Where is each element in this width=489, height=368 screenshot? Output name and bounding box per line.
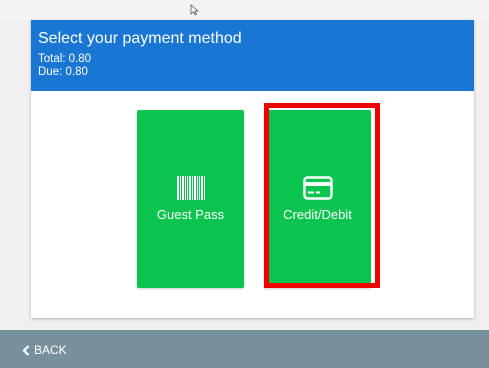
credit-card-icon — [264, 174, 371, 202]
credit-debit-button[interactable]: Credit/Debit — [264, 110, 371, 288]
credit-debit-label: Credit/Debit — [283, 207, 352, 222]
back-button[interactable]: BACK — [22, 342, 67, 358]
payment-header: Select your payment method Total: 0.80 D… — [31, 20, 474, 91]
due-amount: Due: 0.80 — [38, 66, 88, 78]
top-strip — [0, 0, 489, 20]
total-amount: Total: 0.80 — [38, 53, 92, 65]
payment-method-panel: Select your payment method Total: 0.80 D… — [31, 20, 474, 318]
mouse-cursor-icon — [190, 4, 200, 16]
footer-bar: BACK — [0, 330, 489, 368]
back-label: BACK — [34, 343, 67, 357]
page-title: Select your payment method — [38, 30, 242, 47]
guest-pass-label: Guest Pass — [156, 207, 225, 222]
guest-pass-button[interactable]: Guest Pass — [137, 110, 244, 288]
barcode-icon — [137, 174, 244, 202]
chevron-left-icon — [22, 344, 30, 356]
